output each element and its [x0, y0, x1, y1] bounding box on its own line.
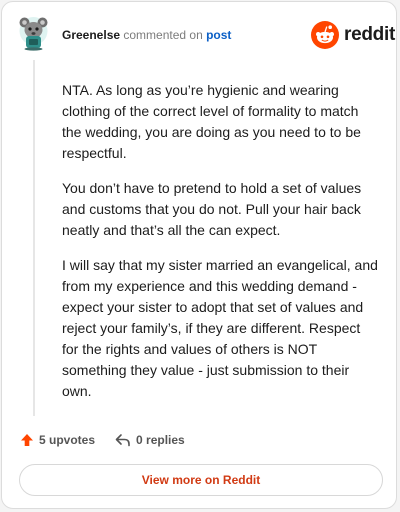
reddit-logo-icon [311, 21, 339, 49]
comment-paragraph: I will say that my sister married an eva… [62, 257, 378, 399]
byline-action: commented on [120, 28, 207, 42]
thread-line [33, 60, 35, 416]
comment-paragraph: NTA. As long as you’re hygienic and wear… [62, 82, 361, 161]
upvote-arrow-icon [21, 434, 33, 446]
reply-icon [115, 434, 130, 447]
comment-header: Greenelse commented on post reddit [2, 2, 396, 66]
post-link[interactable]: post [206, 28, 231, 42]
comment-footer: 5 upvotes 0 replies [20, 430, 185, 450]
view-more-button[interactable]: View more on Reddit [19, 464, 383, 496]
comment-embed-card: Greenelse commented on post reddit NTA. … [1, 1, 397, 509]
upvote-count: 5 upvotes [39, 433, 96, 447]
comment-body: NTA. As long as you’re hygienic and wear… [62, 80, 378, 416]
author-name[interactable]: Greenelse [62, 28, 120, 42]
comment-paragraph: You don’t have to pretend to hold a set … [62, 180, 362, 238]
byline: Greenelse commented on post [62, 27, 231, 43]
reply-button[interactable]: 0 replies [115, 433, 185, 447]
reply-count: 0 replies [136, 433, 185, 447]
reddit-wordmark: reddit [344, 24, 395, 45]
reddit-logo[interactable]: reddit [311, 21, 395, 49]
avatar[interactable] [17, 15, 50, 51]
upvote-button[interactable]: 5 upvotes [20, 433, 95, 447]
